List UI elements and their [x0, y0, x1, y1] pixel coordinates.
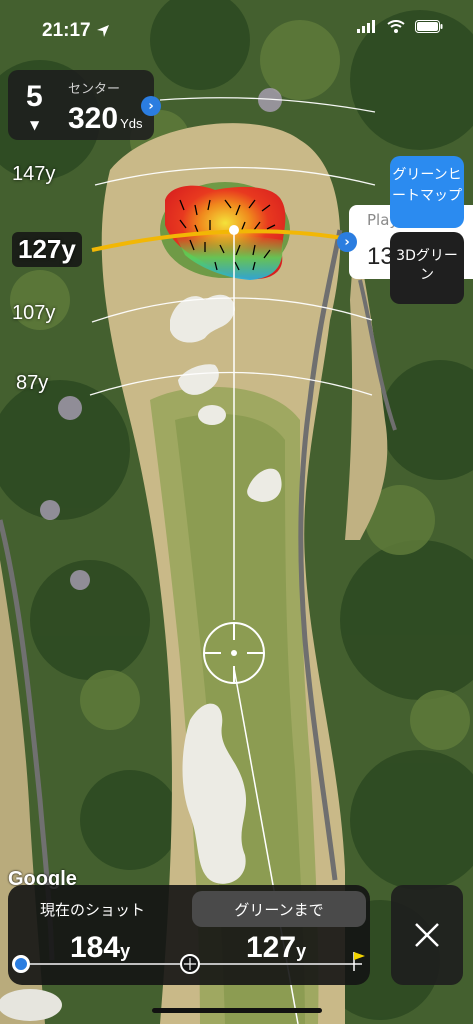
target-marker-icon[interactable] — [180, 954, 200, 974]
ball-position-marker[interactable] — [12, 955, 30, 973]
caret-down-icon: ▼ — [30, 118, 40, 132]
status-time: 21:17 — [42, 20, 91, 41]
close-button[interactable] — [391, 885, 463, 985]
hole-distance-unit: Yds — [120, 116, 143, 131]
hole-target-label: センター — [68, 82, 121, 97]
distance-label-147: 147y — [12, 163, 56, 185]
shot-distance-panel: 現在のショット グリーンまで 184y 127y — [8, 885, 370, 985]
hole-distance-value: 320 — [68, 102, 119, 135]
current-shot-value: 184 — [70, 931, 121, 964]
home-indicator — [152, 1008, 322, 1013]
distance-label-127: 127y — [12, 232, 82, 267]
battery-icon — [415, 20, 443, 33]
green-heatmap-button[interactable]: グリーンヒートマップ — [390, 156, 464, 228]
close-icon — [415, 923, 439, 947]
tab-to-green[interactable]: グリーンまで — [192, 891, 366, 927]
current-shot-unit: y — [120, 941, 131, 961]
green-3d-button[interactable]: 3Dグリーン — [390, 232, 464, 304]
hole-chevron-right-icon[interactable]: › — [141, 96, 161, 116]
distance-label-87: 87y — [16, 372, 49, 394]
flag-icon — [353, 952, 365, 971]
hole-distance: 320 Yds — [68, 102, 142, 136]
wifi-icon — [387, 20, 405, 33]
tab-current-shot[interactable]: 現在のショット — [40, 899, 145, 920]
plays-like-chevron-icon[interactable]: › — [337, 232, 357, 252]
location-arrow-icon — [97, 25, 109, 37]
to-green-distance: 127y — [246, 931, 306, 965]
distance-label-107: 107y — [12, 302, 56, 324]
signal-icon — [357, 20, 375, 33]
to-green-value: 127 — [246, 931, 297, 964]
to-green-unit: y — [296, 941, 307, 961]
status-bar: 21:17 — [0, 0, 473, 62]
current-shot-distance: 184y — [70, 931, 130, 965]
hole-number: 5 — [26, 80, 43, 113]
hole-selector[interactable]: 5 ▼ センター 320 Yds — [8, 70, 154, 140]
